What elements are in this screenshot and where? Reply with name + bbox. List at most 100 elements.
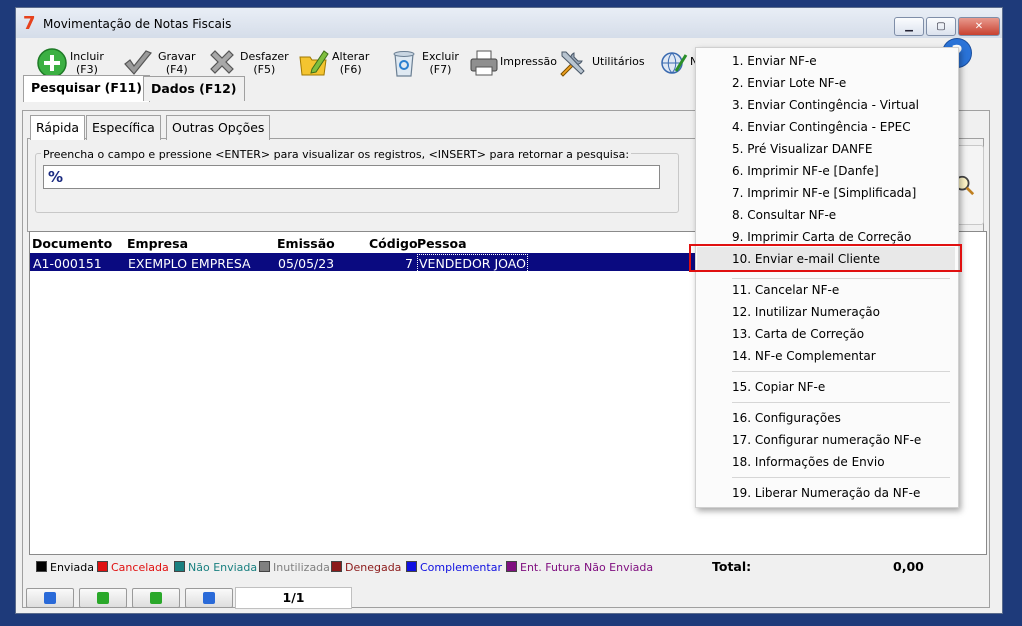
minimize-button[interactable]: ▁ [894,17,924,36]
menu-item-9[interactable]: 9. Imprimir Carta de Correção [732,230,911,244]
cell-empresa: EXEMPLO EMPRESA [128,256,251,271]
col-codigo[interactable]: Código [369,236,418,251]
subtab-outras-opcoes[interactable]: Outras Opções [166,115,271,140]
col-pessoa[interactable]: Pessoa [417,236,467,251]
cell-documento: A1-000151 [33,256,102,271]
first-page-icon [44,592,56,604]
alterar-button[interactable]: Alterar (F6) [298,47,370,81]
cell-pessoa: VENDEDOR JOAO [417,254,528,273]
excluir-label: Excluir [422,50,459,63]
legend-swatch [331,561,342,572]
menu-item-16[interactable]: 16. Configurações [732,411,841,425]
legend-label: Ent. Futura Não Enviada [520,561,654,574]
utilitarios-label: Utilitários [592,55,645,68]
menu-item-3[interactable]: 3. Enviar Contingência - Virtual [732,98,919,112]
legend-item: Denegada [331,561,401,574]
excluir-button[interactable]: Excluir (F7) [388,47,459,81]
highlight-annotation [689,244,962,272]
menu-item-8[interactable]: 8. Consultar NF-e [732,208,836,222]
legend-swatch [259,561,270,572]
tab-dados[interactable]: Dados (F12) [143,76,245,101]
tools-icon [560,51,585,77]
legend-swatch [174,561,185,572]
app-logo-icon: 7 [23,13,36,34]
page-counter: 1/1 [235,587,352,609]
cell-codigo: 7 [405,256,413,271]
alterar-key: (F6) [339,63,362,76]
subtab-especifica[interactable]: Específica [86,115,161,140]
gravar-label: Gravar [158,50,196,63]
menu-item-13[interactable]: 13. Carta de Correção [732,327,864,341]
legend-item: Cancelada [97,561,169,574]
legend-label: Não Enviada [188,561,258,574]
legend-swatch [36,561,47,572]
gravar-key: (F4) [165,63,188,76]
legend-label: Denegada [345,561,402,574]
menu-item-7[interactable]: 7. Imprimir NF-e [Simplificada] [732,186,916,200]
menu-separator [732,278,950,279]
utilitarios-button[interactable]: Utilitários [556,47,645,81]
nfe-button[interactable]: N [658,47,698,81]
menu-item-19[interactable]: 19. Liberar Numeração da NF-e [732,486,920,500]
menu-item-18[interactable]: 18. Informações de Envio [732,455,885,469]
trash-icon [393,51,415,77]
legend-label: Inutilizada [273,561,330,574]
menu-item-5[interactable]: 5. Pré Visualizar DANFE [732,142,872,156]
legend-label: Cancelada [111,561,169,574]
menu-item-1[interactable]: 1. Enviar NF-e [732,54,817,68]
legend-label: Complementar [420,561,502,574]
impressao-button[interactable]: Impressão [468,47,557,81]
menu-item-11[interactable]: 11. Cancelar NF-e [732,283,839,297]
col-empresa[interactable]: Empresa [127,236,188,251]
next-page-icon [150,592,162,604]
legend-swatch [406,561,417,572]
legend-item: Enviada [36,561,94,574]
alterar-label: Alterar [332,50,370,63]
legend-swatch [506,561,517,572]
menu-separator [732,402,950,403]
total-value: 0,00 [893,559,924,574]
nfe-globe-icon [661,52,688,74]
col-documento[interactable]: Documento [32,236,112,251]
last-page-button[interactable] [185,588,233,608]
legend-item: Não Enviada [174,561,257,574]
col-emissao[interactable]: Emissão [277,236,335,251]
menu-item-6[interactable]: 6. Imprimir NF-e [Danfe] [732,164,879,178]
legend-label: Enviada [50,561,94,574]
menu-separator [732,371,950,372]
menu-item-2[interactable]: 2. Enviar Lote NF-e [732,76,846,90]
first-page-button[interactable] [26,588,74,608]
total-label: Total: [712,559,752,574]
title-bar[interactable]: 7 Movimentação de Notas Fiscais ▁ ▢ ✕ [16,8,1002,38]
menu-item-4[interactable]: 4. Enviar Contingência - EPEC [732,120,911,134]
search-instructions: Preencha o campo e pressione <ENTER> par… [41,148,632,161]
legend-item: Inutilizada [259,561,330,574]
menu-item-12[interactable]: 12. Inutilizar Numeração [732,305,880,319]
incluir-label: Incluir [70,50,104,63]
close-icon: ✕ [974,21,984,32]
legend-swatch [97,561,108,572]
menu-separator [732,477,950,478]
legend-item: Ent. Futura Não Enviada [506,561,653,574]
desfazer-label: Desfazer [240,50,289,63]
maximize-icon: ▢ [936,21,946,32]
undo-x-icon [210,50,234,74]
maximize-button[interactable]: ▢ [926,17,956,36]
excluir-key: (F7) [429,63,452,76]
prev-page-button[interactable] [79,588,127,608]
close-button[interactable]: ✕ [958,17,1000,36]
next-page-button[interactable] [132,588,180,608]
menu-item-17[interactable]: 17. Configurar numeração NF-e [732,433,921,447]
tab-pesquisar[interactable]: Pesquisar (F11) [23,75,150,102]
folder-pencil-icon [299,50,329,76]
menu-item-14[interactable]: 14. NF-e Complementar [732,349,876,363]
menu-item-15[interactable]: 15. Copiar NF-e [732,380,825,394]
cell-emissao: 05/05/23 [278,256,335,271]
prev-page-icon [97,592,109,604]
last-page-icon [203,592,215,604]
subtab-rapida[interactable]: Rápida [30,115,86,140]
legend-item: Complementar [406,561,502,574]
printer-icon [470,50,498,76]
search-input[interactable] [43,165,660,189]
desfazer-key: (F5) [253,63,276,76]
